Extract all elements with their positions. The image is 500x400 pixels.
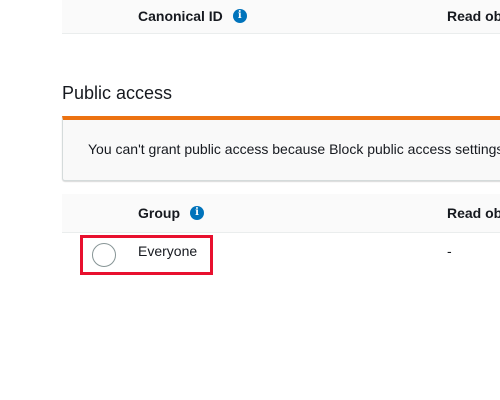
read-objects-cell: - — [447, 243, 452, 259]
row-select-radio[interactable] — [92, 243, 116, 267]
table-row-everyone[interactable]: Everyone - — [62, 233, 500, 273]
section-title-public-access: Public access — [62, 83, 173, 103]
info-icon[interactable]: i — [232, 9, 247, 23]
column-header-group: Group i — [138, 205, 204, 221]
column-header-label: Read obj — [447, 205, 500, 221]
column-header-read-objects: Read obj — [447, 205, 500, 221]
column-header-label: Read obj — [447, 8, 500, 24]
column-header-read-objects: Read obj — [447, 8, 500, 24]
public-access-table-header: Group i Read obj — [62, 194, 500, 233]
group-name-cell: Everyone — [138, 243, 198, 259]
info-icon[interactable]: i — [190, 206, 204, 220]
page: Canonical ID i Read obj Public access Yo… — [0, 0, 500, 400]
column-header-label: Group — [138, 205, 180, 221]
column-header-label: Canonical ID — [138, 8, 223, 24]
warning-alert: You can't grant public access because Bl… — [62, 116, 500, 181]
alert-message: You can't grant public access because Bl… — [88, 141, 500, 157]
grantee-table-header: Canonical ID i Read obj — [62, 0, 500, 34]
column-header-canonical-id: Canonical ID i — [138, 8, 247, 24]
